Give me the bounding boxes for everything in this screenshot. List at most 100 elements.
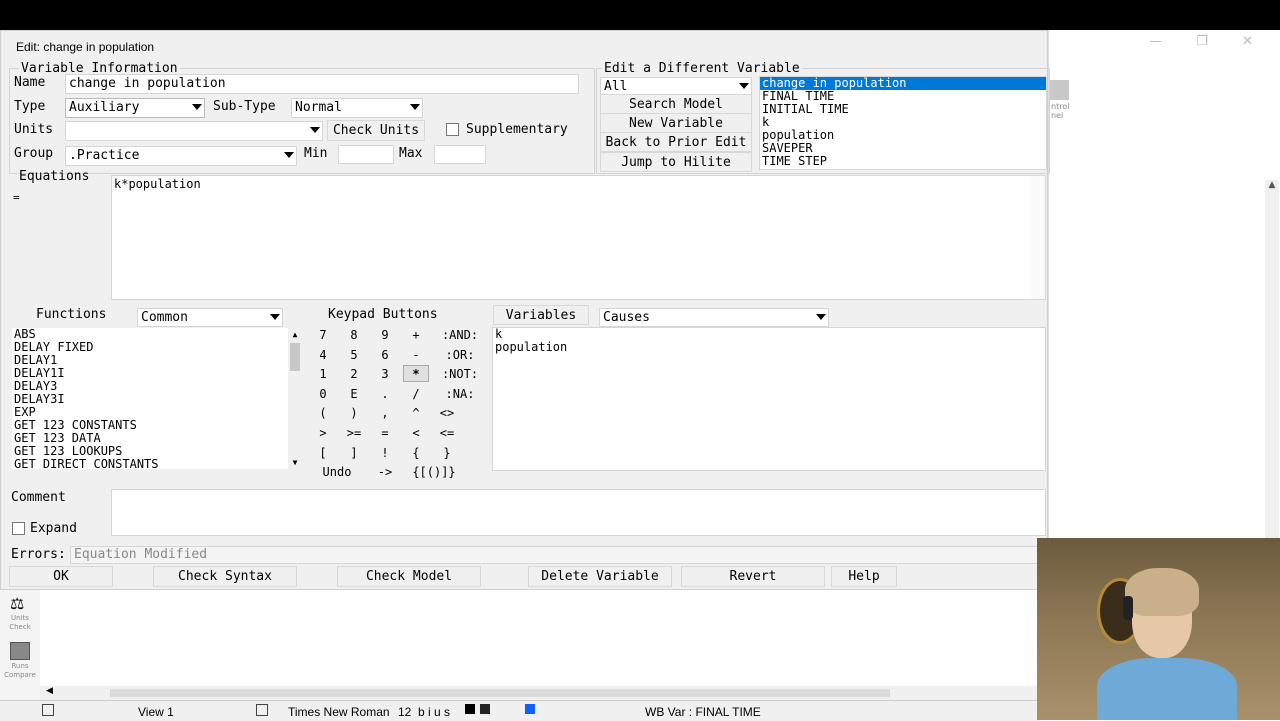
supplementary-checkbox[interactable]	[446, 123, 459, 136]
key-open-paren[interactable]: (	[310, 404, 336, 421]
help-button[interactable]: Help	[831, 566, 897, 587]
key-1[interactable]: 1	[310, 365, 336, 382]
scroll-down-icon[interactable]: ▼	[288, 456, 302, 469]
key-na[interactable]: :NA:	[439, 385, 481, 402]
workspace-hscrollbar[interactable]: ◀	[40, 686, 1040, 700]
key-less-equal[interactable]: <=	[434, 424, 460, 441]
units-check-icon[interactable]: ⚖	[10, 594, 24, 613]
restore-icon[interactable]: ❐	[1196, 34, 1208, 49]
undo-button[interactable]: Undo	[310, 463, 364, 480]
key-comma[interactable]: ,	[372, 404, 398, 421]
new-variable-button[interactable]: New Variable	[600, 113, 752, 133]
key-open-bracket[interactable]: [	[310, 444, 336, 461]
scroll-left-icon[interactable]: ◀	[46, 686, 53, 696]
format-buttons[interactable]: b i u s	[418, 705, 450, 719]
key-exclaim[interactable]: !	[372, 444, 398, 461]
key-greater[interactable]: >	[310, 424, 336, 441]
key-dot[interactable]: .	[372, 385, 398, 402]
font-label[interactable]: Times New Roman	[288, 705, 390, 719]
units-select[interactable]	[65, 121, 323, 141]
variable-filter-select[interactable]: All	[600, 77, 752, 95]
variables-button[interactable]: Variables	[493, 305, 589, 325]
key-all-brackets[interactable]: {[()]}	[406, 463, 462, 480]
subtype-select[interactable]: Normal	[291, 98, 423, 118]
key-equal[interactable]: =	[372, 424, 398, 441]
font-toggle-icon[interactable]	[256, 704, 268, 716]
function-list[interactable]: ABS DELAY FIXED DELAY1 DELAY1I DELAY3 DE…	[12, 328, 302, 469]
variable-list[interactable]: change in population FINAL TIME INITIAL …	[759, 76, 1047, 170]
top-black-bar	[0, 0, 1280, 30]
control-panel-icon[interactable]	[1049, 80, 1069, 100]
key-8[interactable]: 8	[341, 326, 367, 343]
function-list-scrollbar[interactable]: ▲ ▼	[288, 328, 302, 469]
delete-variable-button[interactable]: Delete Variable	[528, 566, 672, 587]
expand-checkbox[interactable]	[12, 522, 25, 535]
key-4[interactable]: 4	[310, 346, 336, 363]
key-arrow[interactable]: ->	[370, 463, 400, 480]
key-2[interactable]: 2	[341, 365, 367, 382]
scroll-up-icon[interactable]: ▲	[1265, 180, 1279, 190]
hscroll-thumb[interactable]	[110, 689, 890, 697]
max-input[interactable]	[434, 145, 486, 164]
ok-button[interactable]: OK	[9, 566, 113, 587]
back-to-prior-edit-button[interactable]: Back to Prior Edit	[600, 132, 752, 152]
variables-list[interactable]: k population	[492, 327, 1046, 471]
key-caret[interactable]: ^	[403, 404, 429, 421]
font-size[interactable]: 12	[398, 705, 411, 719]
variables-mode-select[interactable]: Causes	[599, 308, 829, 327]
name-input[interactable]: change in population	[65, 74, 579, 94]
scrollbar[interactable]: ▲	[1265, 180, 1279, 540]
scroll-up-icon[interactable]: ▲	[288, 328, 302, 341]
key-or[interactable]: :OR:	[439, 346, 481, 363]
person-hair	[1125, 568, 1199, 616]
view-toggle-icon[interactable]	[42, 704, 54, 716]
min-input[interactable]	[338, 145, 394, 164]
key-multiply[interactable]: *	[403, 365, 429, 382]
key-plus[interactable]: +	[403, 326, 429, 343]
check-units-button[interactable]: Check Units	[327, 120, 425, 141]
color-swatch-icon[interactable]	[525, 704, 535, 714]
key-e[interactable]: E	[341, 385, 367, 402]
key-less[interactable]: <	[403, 424, 429, 441]
key-divide[interactable]: /	[403, 385, 429, 402]
view-label[interactable]: View 1	[138, 705, 174, 719]
key-not-equal[interactable]: <>	[434, 404, 460, 421]
list-item[interactable]: DELAY3I	[12, 393, 302, 406]
list-item[interactable]: population	[493, 341, 1045, 354]
equation-editor[interactable]: k*population	[111, 175, 1046, 300]
key-close-brace[interactable]: }	[434, 444, 460, 461]
jump-to-hilite-button[interactable]: Jump to Hilite	[600, 152, 752, 172]
key-6[interactable]: 6	[372, 346, 398, 363]
key-and[interactable]: :AND:	[439, 326, 481, 343]
key-minus[interactable]: -	[403, 346, 429, 363]
key-5[interactable]: 5	[341, 346, 367, 363]
list-item[interactable]: TIME STEP	[760, 155, 1046, 168]
list-item[interactable]: k	[493, 328, 1045, 341]
color-swatch-icon[interactable]	[480, 704, 490, 714]
equation-scrollbar[interactable]	[1031, 176, 1045, 299]
comment-input[interactable]	[111, 489, 1046, 536]
minimize-icon[interactable]: —	[1149, 34, 1162, 49]
key-close-bracket[interactable]: ]	[341, 444, 367, 461]
group-select[interactable]: .Practice	[65, 146, 297, 166]
scroll-thumb[interactable]	[290, 343, 300, 371]
key-7[interactable]: 7	[310, 326, 336, 343]
key-not[interactable]: :NOT:	[439, 365, 481, 382]
check-syntax-button[interactable]: Check Syntax	[153, 566, 297, 587]
search-model-button[interactable]: Search Model	[600, 94, 752, 114]
key-open-brace[interactable]: {	[403, 444, 429, 461]
close-icon[interactable]: ✕	[1242, 34, 1253, 49]
key-9[interactable]: 9	[372, 326, 398, 343]
type-select[interactable]: Auxiliary	[65, 98, 205, 118]
key-close-paren[interactable]: )	[341, 404, 367, 421]
runs-compare-icon[interactable]	[10, 642, 30, 660]
key-greater-equal[interactable]: >=	[341, 424, 367, 441]
revert-button[interactable]: Revert	[681, 566, 825, 587]
key-0[interactable]: 0	[310, 385, 336, 402]
function-category-select[interactable]: Common	[137, 308, 283, 327]
check-model-button[interactable]: Check Model	[337, 566, 481, 587]
list-item[interactable]: INITIAL TIME	[760, 103, 1046, 116]
list-item[interactable]: GET DIRECT CONSTANTS	[12, 458, 302, 470]
color-swatch-icon[interactable]	[465, 704, 475, 714]
key-3[interactable]: 3	[372, 365, 398, 382]
